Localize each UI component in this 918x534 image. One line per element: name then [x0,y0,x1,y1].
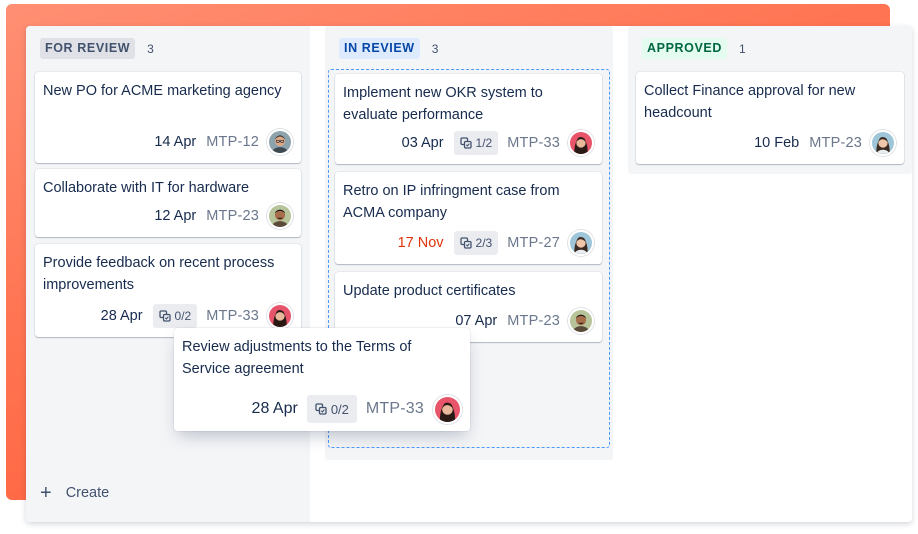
card-meta: 28 Apr 0/2 MTP-33 [101,303,293,329]
assignee-avatar[interactable] [267,129,293,155]
issue-card[interactable]: Collect Finance approval for new headcou… [636,72,904,164]
issue-card[interactable]: Provide feedback on recent process impro… [35,244,301,337]
due-date: 28 Apr [100,308,143,324]
issue-card[interactable]: Collaborate with IT for hardware 12 Apr … [35,169,301,237]
column-for-review: FOR REVIEW 3 New PO for ACME marketing a… [26,26,310,522]
kanban-board: FOR REVIEW 3 New PO for ACME marketing a… [26,26,912,522]
subtask-progress: 0/2 [174,309,192,323]
issue-card[interactable]: New PO for ACME marketing agency 14 Apr … [35,72,301,163]
issue-key[interactable]: MTP-12 [206,134,259,150]
assignee-avatar[interactable] [267,203,293,229]
subtask-progress: 1/2 [475,136,493,150]
column-issue-count: 3 [147,41,154,56]
card-title: Collaborate with IT for hardware [43,180,250,196]
column-approved: APPROVED 1 Collect Finance approval for … [628,26,912,174]
column-issue-count: 1 [738,41,746,56]
column-header: APPROVED 1 [642,38,746,59]
due-date: 28 Apr [251,400,298,417]
column-header: FOR REVIEW 3 [40,38,154,59]
due-date: 14 Apr [154,134,197,150]
issue-key[interactable]: MTP-33 [507,135,560,151]
card-meta: 10 Feb MTP-23 [754,130,896,156]
issue-key[interactable]: MTP-27 [507,235,560,251]
subtask-badge[interactable]: 2/3 [453,231,499,255]
due-date: 12 Apr [154,208,197,224]
dragging-issue-card[interactable]: Review adjustments to the Terms of Servi… [174,328,470,431]
issue-key[interactable]: MTP-23 [206,208,259,224]
subtask-badge[interactable]: 0/2 [152,304,198,328]
assignee-avatar[interactable] [568,308,594,334]
issue-card[interactable]: Implement new OKR system to evaluate per… [335,74,602,164]
issue-key[interactable]: MTP-23 [507,313,560,329]
card-meta: 03 Apr 1/2 MTP-33 [402,130,594,156]
subtask-icon [460,237,472,249]
assignee-avatar[interactable] [433,394,462,424]
plus-icon: + [40,482,52,504]
create-label: Create [65,485,110,501]
due-date: 07 Apr [455,313,498,329]
assignee-avatar[interactable] [568,230,594,256]
issue-key[interactable]: MTP-33 [366,400,424,418]
due-date-overdue: 17 Nov [397,235,444,251]
issue-key[interactable]: MTP-23 [809,135,862,151]
column-status-lozenge: IN REVIEW [339,38,420,59]
create-issue-button[interactable]: + Create [40,482,110,504]
subtask-progress: 2/3 [475,236,493,250]
card-meta: 28 Apr 0/2 MTP-33 [251,394,462,424]
card-meta: 07 Apr MTP-23 [455,308,594,334]
card-title: Collect Finance approval for new headcou… [644,83,856,121]
subtask-progress: 0/2 [330,401,349,417]
card-title: Provide feedback on recent process impro… [43,255,275,293]
subtask-badge[interactable]: 1/2 [453,131,499,155]
card-meta: 14 Apr MTP-12 [154,129,293,155]
assignee-avatar[interactable] [267,303,293,329]
subtask-icon [315,403,327,415]
card-title: Retro on IP infringment case from ACMA c… [343,183,560,221]
card-title: Review adjustments to the Terms of Servi… [182,339,412,377]
subtask-icon [460,137,472,149]
subtask-icon [159,310,171,322]
subtask-badge[interactable]: 0/2 [306,395,357,423]
issue-key[interactable]: MTP-33 [206,308,259,324]
assignee-avatar[interactable] [870,130,896,156]
card-meta: 17 Nov 2/3 MTP-27 [398,230,594,256]
card-title: Update product certificates [343,283,516,299]
column-status-lozenge: APPROVED [642,38,727,59]
column-issue-count: 3 [431,41,439,56]
due-date: 03 Apr [401,135,444,151]
card-title: New PO for ACME marketing agency [43,83,282,99]
column-header: IN REVIEW 3 [339,38,438,59]
assignee-avatar[interactable] [568,130,594,156]
issue-card[interactable]: Retro on IP infringment case from ACMA c… [335,172,602,264]
due-date: 10 Feb [754,135,800,151]
column-status-lozenge: FOR REVIEW [40,38,136,59]
card-meta: 12 Apr MTP-23 [154,203,293,229]
card-title: Implement new OKR system to evaluate per… [343,85,543,123]
